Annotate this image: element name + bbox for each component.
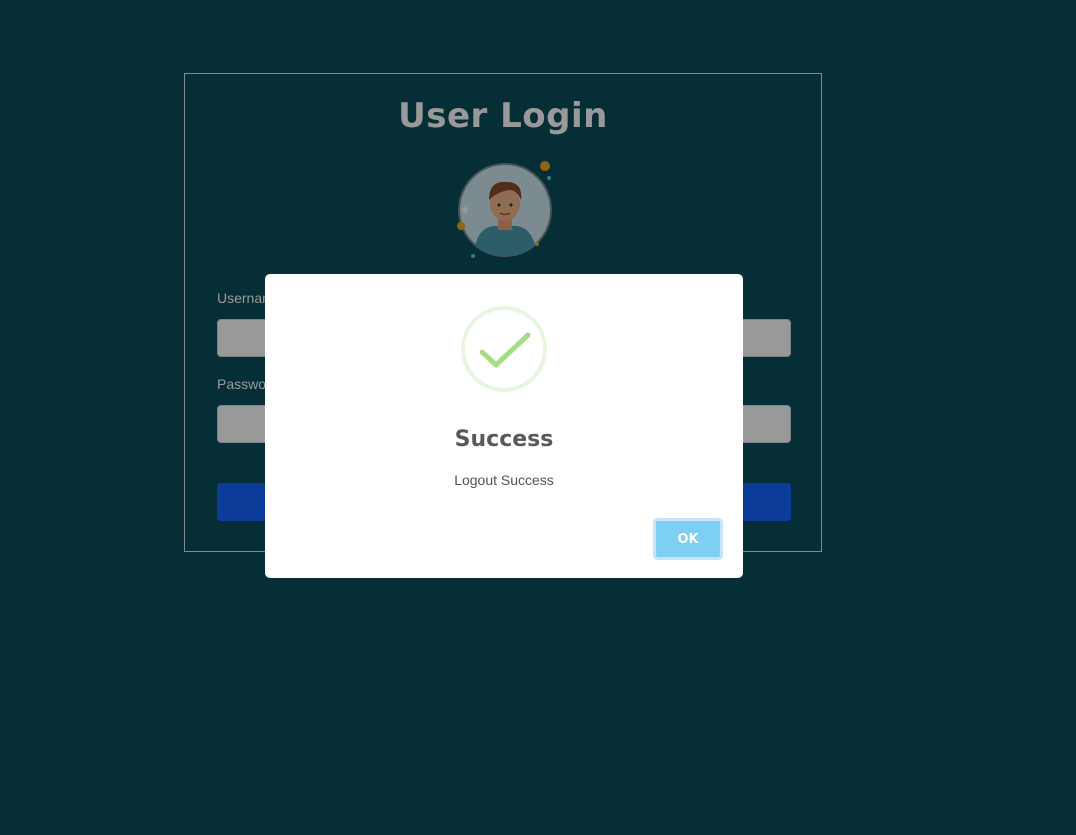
checkmark-success-icon — [460, 305, 548, 393]
ok-button[interactable]: OK — [653, 518, 723, 560]
success-dialog: Success Logout Success OK — [265, 274, 743, 578]
dialog-title: Success — [454, 427, 554, 452]
dialog-message: Logout Success — [454, 472, 554, 488]
